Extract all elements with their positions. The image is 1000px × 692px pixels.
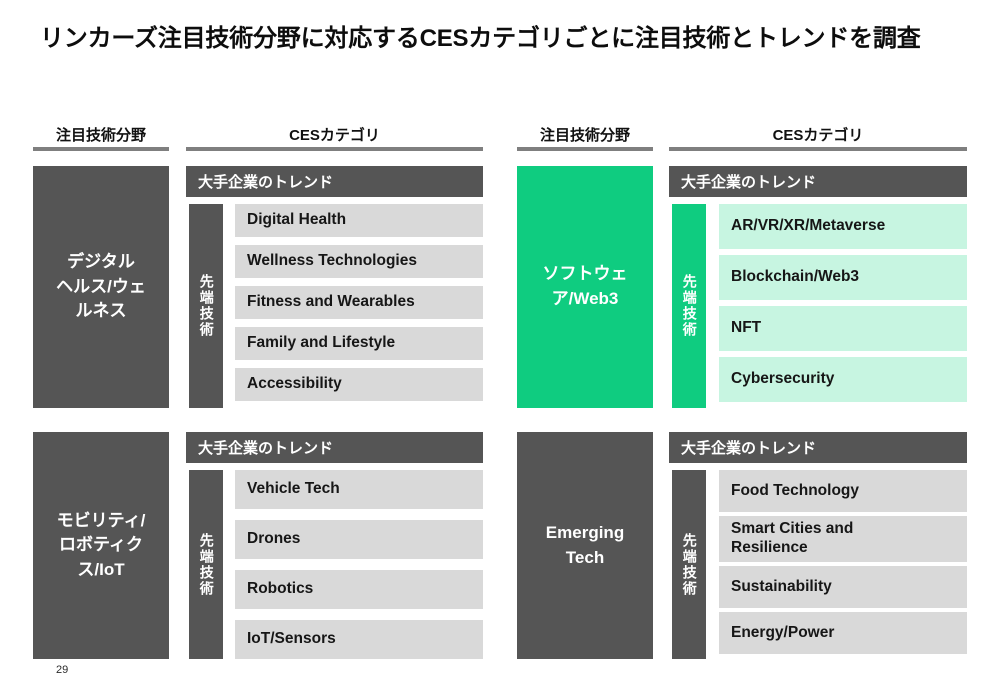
list-item[interactable]: Family and Lifestyle: [235, 327, 483, 360]
list-item[interactable]: Robotics: [235, 570, 483, 609]
domain-block-emerging-tech[interactable]: Emerging Tech: [517, 432, 653, 659]
header-right-domain: 注目技術分野: [539, 127, 630, 144]
list-item[interactable]: Digital Health: [235, 204, 483, 237]
list-item[interactable]: AR/VR/XR/Metaverse: [719, 204, 967, 249]
trend-bar-emerging-tech: 大手企業のトレンド: [669, 432, 967, 463]
list-item[interactable]: Blockchain/Web3: [719, 255, 967, 300]
domain-block-digital-health[interactable]: デジタル ヘルス/ウェ ルネス: [33, 166, 169, 408]
list-item[interactable]: Food Technology: [719, 470, 967, 512]
domain-block-mobility-robotics-iot[interactable]: モビリティ/ロボティク ス/IoT: [33, 432, 169, 659]
list-item[interactable]: NFT: [719, 306, 967, 351]
list-item[interactable]: Vehicle Tech: [235, 470, 483, 509]
list-item[interactable]: Energy/Power: [719, 612, 967, 654]
list-item[interactable]: Sustainability: [719, 566, 967, 608]
trend-bar-mobility-robotics-iot: 大手企業のトレンド: [186, 432, 483, 463]
header-left-domain: 注目技術分野: [55, 127, 146, 144]
list-item[interactable]: Cybersecurity: [719, 357, 967, 402]
list-item[interactable]: Smart Cities and Resilience: [719, 516, 967, 562]
vertical-label-software-web3: 先端技術: [672, 204, 706, 408]
trend-bar-software-web3: 大手企業のトレンド: [669, 166, 967, 197]
header-right-domain-rule: [517, 147, 653, 151]
page-title: リンカーズ注目技術分野に対応するCESカテゴリごとに注目技術とトレンドを調査: [40, 25, 921, 52]
header-left-category-rule: [186, 147, 483, 151]
page-number: 29: [56, 664, 69, 676]
list-item[interactable]: IoT/Sensors: [235, 620, 483, 659]
header-right-category-rule: [669, 147, 967, 151]
list-item[interactable]: Wellness Technologies: [235, 245, 483, 278]
list-item[interactable]: Drones: [235, 520, 483, 559]
trend-bar-digital-health: 大手企業のトレンド: [186, 166, 483, 197]
vertical-label-mobility-robotics-iot: 先端技術: [189, 470, 223, 659]
header-left-category: CESカテゴリ: [289, 127, 380, 144]
header-right-category: CESカテゴリ: [772, 127, 864, 144]
header-left-domain-rule: [33, 147, 169, 151]
domain-block-software-web3[interactable]: ソフトウェ ア/Web3: [517, 166, 653, 408]
list-item[interactable]: Accessibility: [235, 368, 483, 401]
list-item[interactable]: Fitness and Wearables: [235, 286, 483, 319]
vertical-label-emerging-tech: 先端技術: [672, 470, 706, 659]
vertical-label-digital-health: 先端技術: [189, 204, 223, 408]
